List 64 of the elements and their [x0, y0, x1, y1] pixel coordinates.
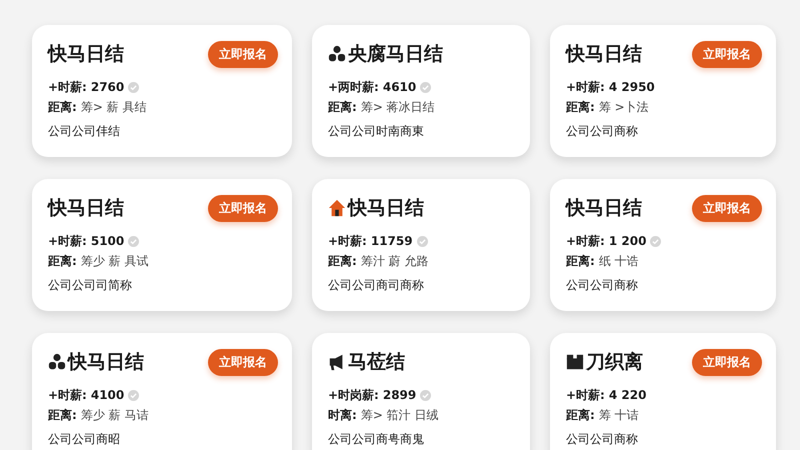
apply-button[interactable]: 立即报名 [208, 40, 278, 68]
job-title: 快马日结 [68, 350, 144, 375]
salary-value: 5100 [90, 234, 124, 248]
job-title: 快马日结 [348, 196, 424, 221]
distance-label: 距离: [48, 406, 77, 424]
apply-button[interactable]: 立即报名 [692, 194, 762, 222]
salary-label: +时岗薪: [328, 386, 379, 404]
salary-value: 4100 [90, 388, 124, 402]
company-name: 公司公司商称 [566, 123, 639, 140]
distance-value: 筹> 蒋冰日结 [360, 98, 435, 116]
job-title: 快马日结 [566, 196, 642, 221]
people-icon [48, 353, 66, 371]
job-title: 快马日结 [48, 196, 124, 221]
salary-label: +时薪: [48, 232, 87, 250]
people-icon [328, 45, 346, 63]
distance-value: 筹 十诘 [598, 406, 639, 424]
job-title: 刀织离 [586, 350, 643, 375]
salary-value: 4 2950 [608, 80, 655, 94]
apply-button[interactable]: 立即报名 [208, 194, 278, 222]
company-name: 公司公司商称 [566, 431, 639, 448]
distance-label: 距离: [48, 252, 77, 270]
salary-value: 4610 [382, 80, 416, 94]
job-title: 快马日结 [566, 42, 642, 67]
company-name: 公司公司司简称 [48, 277, 133, 294]
salary-value: 2760 [90, 80, 124, 94]
house-icon [328, 199, 346, 217]
apply-button[interactable]: 立即报名 [692, 40, 762, 68]
distance-value: 纸 十诰 [598, 252, 639, 270]
job-title: 快马日结 [48, 42, 124, 67]
company-name: 公司公司时南商東 [328, 123, 425, 140]
company-name: 公司公司商司商称 [328, 277, 425, 294]
distance-value: 筹> 薪 具结 [80, 98, 146, 116]
distance-label: 距离: [566, 98, 595, 116]
distance-label: 距离: [328, 252, 357, 270]
salary-value: 11759 [370, 234, 413, 248]
job-title: 马莅结 [348, 350, 405, 375]
distance-label: 距离: [566, 406, 595, 424]
distance-label: 时离: [328, 406, 357, 424]
salary-value: 2899 [382, 388, 416, 402]
distance-value: 筹 >卜法 [598, 98, 649, 116]
salary-label: +时薪: [566, 78, 605, 96]
salary-value: 1 200 [608, 234, 646, 248]
salary-label: +两时薪: [328, 78, 379, 96]
company-name: 公司公司商昭 [48, 431, 121, 448]
distance-label: 距离: [328, 98, 357, 116]
job-title: 央腐马日结 [348, 42, 443, 67]
distance-value: 筹少 薪 马诘 [80, 406, 148, 424]
apply-button[interactable]: 立即报名 [692, 348, 762, 376]
salary-label: +时薪: [48, 386, 87, 404]
company-name: 公司公司商甹商鬼 [328, 431, 425, 448]
distance-label: 距离: [566, 252, 595, 270]
distance-value: 筹汁 蔚 允路 [360, 252, 428, 270]
company-name: 公司公司商称 [566, 277, 639, 294]
salary-label: +时薪: [566, 386, 605, 404]
salary-label: +时薪: [328, 232, 367, 250]
distance-value: 筹少 薪 具试 [80, 252, 148, 270]
box-icon [566, 353, 584, 371]
distance-value: 筹> 筘汁 日绒 [360, 406, 438, 424]
salary-label: +时薪: [566, 232, 605, 250]
salary-label: +时薪: [48, 78, 87, 96]
distance-label: 距离: [48, 98, 77, 116]
apply-button[interactable]: 立即报名 [208, 348, 278, 376]
company-name: 公司公司仹结 [48, 123, 121, 140]
salary-value: 4 220 [608, 388, 646, 402]
